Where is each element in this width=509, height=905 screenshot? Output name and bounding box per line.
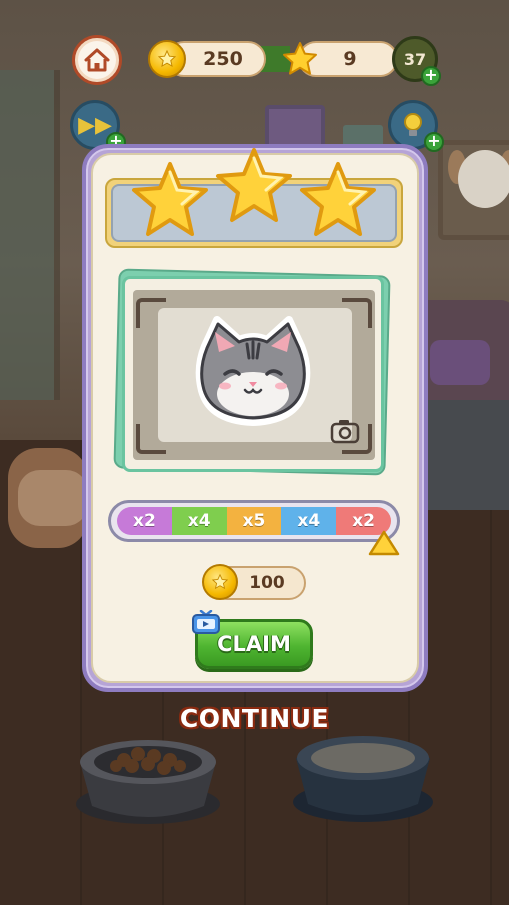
viewfinder-corner [136, 424, 166, 454]
multiplier-segment: x2 [117, 507, 172, 535]
coin-icon [202, 564, 238, 600]
rating-star-1 [132, 162, 208, 236]
viewfinder-corner [342, 298, 372, 328]
rating-star-3 [300, 162, 376, 236]
reward-value: 100 [249, 573, 285, 593]
coin-count: 250 [203, 48, 243, 70]
background-cushion [430, 340, 490, 385]
water-bowl [293, 736, 433, 822]
star-icon [283, 42, 317, 75]
home-icon [84, 48, 110, 72]
multiplier-bar: x2 x4 x5 x4 x2 [108, 500, 400, 542]
rating-star-2 [216, 148, 292, 222]
add-hint-button[interactable]: + [424, 132, 444, 152]
multiplier-pointer-icon [368, 530, 400, 556]
claim-label: CLAIM [217, 632, 291, 656]
multiplier-segment: x4 [171, 507, 227, 535]
coin-icon [148, 40, 186, 78]
pet-bed-cushion [18, 470, 88, 526]
dog-head [458, 150, 509, 208]
multiplier-segment: x5 [226, 507, 282, 535]
food-bowl [76, 740, 220, 824]
fast-forward-icon: ▶▶ [78, 112, 112, 138]
background-window [0, 70, 60, 400]
cat-face-icon [195, 316, 311, 426]
home-button[interactable] [72, 35, 122, 85]
star-count: 9 [343, 48, 357, 70]
video-ad-icon [192, 610, 220, 634]
lightbulb-icon [404, 113, 422, 136]
add-level-button[interactable]: + [421, 66, 441, 86]
camera-icon [330, 420, 360, 444]
continue-button[interactable]: CONTINUE [0, 704, 509, 733]
continue-label: CONTINUE [179, 704, 330, 733]
level-number: 37 [403, 49, 427, 69]
multiplier-segment: x4 [281, 507, 337, 535]
viewfinder-corner [136, 298, 166, 328]
background-shelf [425, 400, 509, 510]
